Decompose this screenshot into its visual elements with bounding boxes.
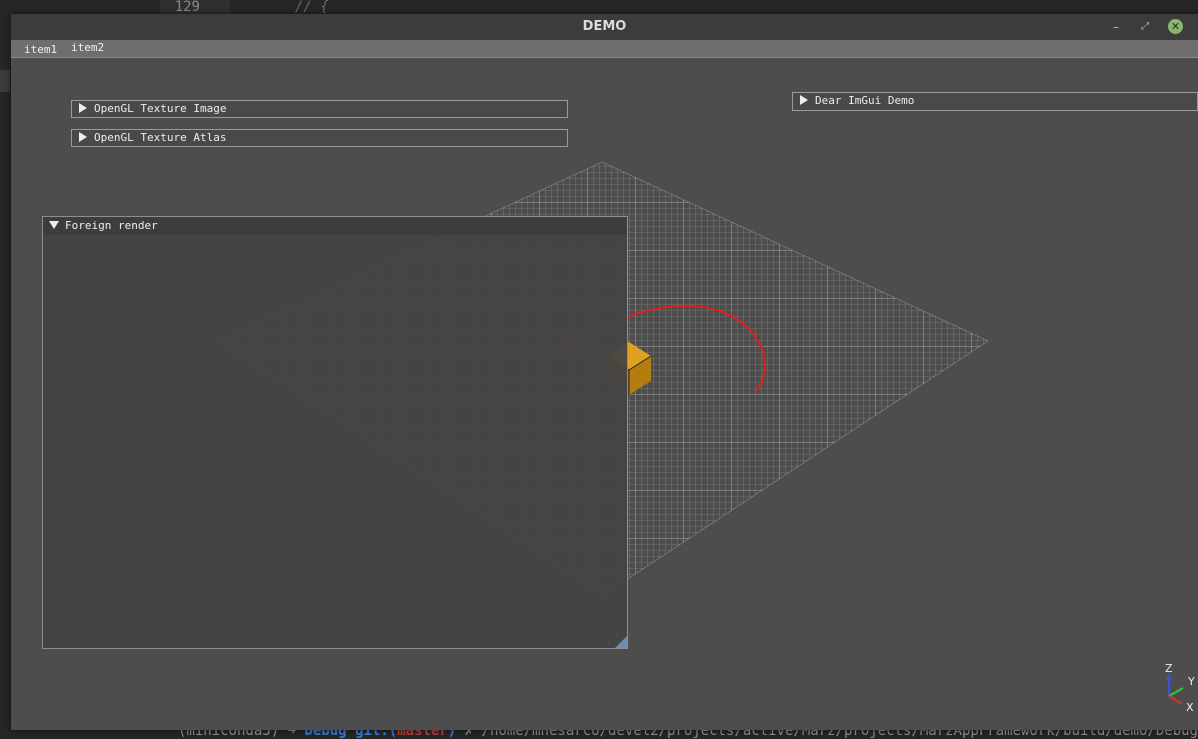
close-icon[interactable]: ✕: [1168, 19, 1183, 34]
header-opengl-texture-atlas[interactable]: OpenGL Texture Atlas: [71, 129, 568, 147]
line-number: 129: [160, 0, 230, 14]
editor-side-tab: [0, 70, 10, 92]
axis-x-line: [1168, 695, 1183, 705]
header-label: OpenGL Texture Atlas: [94, 131, 227, 144]
window-title: DEMO: [582, 19, 627, 34]
minimize-icon[interactable]: –: [1108, 19, 1124, 35]
triangle-right-icon: [800, 95, 808, 105]
triangle-right-icon: [79, 103, 87, 113]
axis-z-label: Z: [1165, 662, 1173, 675]
title-bar[interactable]: DEMO – ⤢ ✕: [11, 14, 1198, 40]
code-fragment: // {: [295, 0, 329, 15]
menu-item-2[interactable]: item2: [71, 41, 104, 54]
header-opengl-texture-image[interactable]: OpenGL Texture Image: [71, 100, 568, 118]
triangle-down-icon[interactable]: [49, 221, 59, 229]
axis-y-line: [1168, 687, 1184, 697]
axis-x-label: X: [1186, 701, 1194, 714]
resize-grip-icon[interactable]: [615, 636, 627, 648]
demo-window: DEMO – ⤢ ✕ item1 item2 OpenGL Texture Im…: [11, 14, 1198, 730]
header-dear-imgui-demo[interactable]: Dear ImGui Demo: [792, 92, 1198, 111]
header-label: Dear ImGui Demo: [815, 94, 915, 107]
triangle-right-icon: [79, 132, 87, 142]
maximize-icon[interactable]: ⤢: [1137, 19, 1153, 35]
menu-item-1[interactable]: item1: [24, 43, 57, 56]
axis-y-label: Y: [1187, 675, 1195, 688]
foreign-render-label: Foreign render: [65, 219, 158, 232]
foreign-render-window[interactable]: Foreign render: [42, 216, 628, 649]
3d-viewport[interactable]: OpenGL Texture Image OpenGL Texture Atla…: [11, 58, 1198, 730]
menu-bar: item1 item2: [11, 40, 1198, 58]
foreign-render-title[interactable]: Foreign render: [43, 217, 627, 235]
header-label: OpenGL Texture Image: [94, 102, 227, 115]
axis-gizmo: Z Y X: [1165, 662, 1195, 714]
